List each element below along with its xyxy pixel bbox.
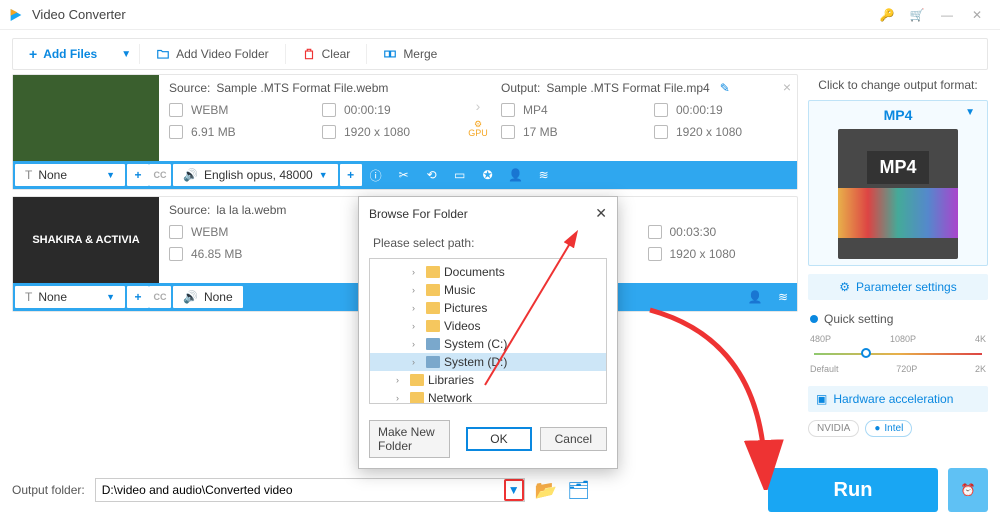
gpu-badge: ⚙GPU: [468, 120, 488, 138]
subtitle-select[interactable]: TNone▼: [15, 164, 125, 186]
output-folder-field[interactable]: ▼: [95, 478, 525, 502]
resolution-icon: [322, 125, 336, 139]
output-folder-dropdown[interactable]: ▼: [504, 479, 524, 501]
folder-plus-icon: [156, 47, 170, 61]
sliders-icon: ⚙: [839, 280, 850, 294]
merge-button[interactable]: Merge: [367, 39, 453, 69]
tree-node[interactable]: ›Videos: [370, 317, 606, 335]
info-icon[interactable]: ⓘ: [362, 161, 390, 189]
source-filename: Sample .MTS Format File.webm: [216, 81, 388, 95]
add-subtitle-button[interactable]: +: [127, 164, 149, 186]
tree-node[interactable]: ›Libraries: [370, 371, 606, 389]
format-panel: Click to change output format: MP4▼ MP4 …: [808, 74, 988, 437]
add-audio-button[interactable]: +: [340, 164, 362, 186]
format-icon: [169, 225, 183, 239]
audio-select[interactable]: 🔊None: [173, 286, 243, 308]
resolution-icon: [648, 247, 662, 261]
plus-icon: +: [29, 46, 37, 62]
track-edit-bar: TNone▼ + CC 🔊English opus, 48000▼ + ⓘ ✂ …: [13, 161, 797, 189]
browse-folder-dialog: Browse For Folder ✕ Please select path: ›…: [358, 196, 618, 469]
edit-output-icon[interactable]: ✎: [720, 81, 730, 95]
format-preview: MP4: [838, 129, 958, 259]
dialog-title: Browse For Folder: [369, 207, 468, 221]
title-bar: Video Converter 🔑 🛒 — ✕: [0, 0, 1000, 30]
add-files-button[interactable]: +Add Files: [13, 39, 113, 69]
conversion-item: × Source: Sample .MTS Format File.webm W…: [12, 74, 798, 190]
output-folder-input[interactable]: [102, 483, 518, 497]
enhance-icon[interactable]: ≋: [530, 161, 558, 189]
tree-node[interactable]: ›Network: [370, 389, 606, 404]
ok-button[interactable]: OK: [466, 427, 531, 451]
enhance-icon[interactable]: ≋: [769, 283, 797, 311]
remove-item-button[interactable]: ×: [783, 79, 791, 95]
tree-node[interactable]: ›System (D:): [370, 353, 606, 371]
format-header-label: Click to change output format:: [808, 78, 988, 92]
intel-chip[interactable]: ●Intel: [865, 420, 912, 437]
arrow-right-icon: ›: [476, 98, 481, 114]
rotate-icon[interactable]: ⟲: [418, 161, 446, 189]
tree-node[interactable]: ›Pictures: [370, 299, 606, 317]
output-filename: Sample .MTS Format File.mp4: [546, 81, 709, 95]
clock-icon: [322, 103, 336, 117]
cc-button[interactable]: CC: [149, 286, 171, 308]
clock-icon: [648, 225, 662, 239]
quality-slider[interactable]: [814, 344, 982, 364]
tree-node[interactable]: ›Documents: [370, 263, 606, 281]
add-files-dropdown[interactable]: ▼: [113, 49, 139, 60]
cc-button[interactable]: CC: [149, 164, 171, 186]
close-button[interactable]: ✕: [962, 3, 992, 27]
app-logo-icon: [8, 7, 24, 23]
key-icon[interactable]: 🔑: [872, 3, 902, 27]
minimize-button[interactable]: —: [932, 3, 962, 27]
source-filename: la la la.webm: [216, 203, 286, 217]
schedule-button[interactable]: ⏰: [948, 468, 988, 512]
folder-tree[interactable]: ›Documents›Music›Pictures›Videos›System …: [369, 258, 607, 404]
watermark-icon[interactable]: 👤: [502, 161, 530, 189]
video-thumbnail[interactable]: SHAKIRA & ACTIVIA: [13, 197, 159, 283]
format-icon: [169, 103, 183, 117]
format-icon: [501, 103, 515, 117]
video-thumbnail[interactable]: [13, 75, 159, 161]
cancel-button[interactable]: Cancel: [540, 427, 607, 451]
subtitle-select[interactable]: TNone▼: [15, 286, 125, 308]
size-icon: [169, 247, 183, 261]
size-icon: [169, 125, 183, 139]
output-format-selector[interactable]: MP4▼ MP4: [808, 100, 988, 266]
bottom-bar: Output folder: ▼ 📂 🗂 Run ⏰: [12, 470, 988, 510]
nvidia-chip[interactable]: NVIDIA: [808, 420, 859, 437]
run-button[interactable]: Run: [768, 468, 938, 512]
dot-icon: [810, 315, 818, 323]
hardware-acceleration-button[interactable]: ▣Hardware acceleration: [808, 386, 988, 412]
dialog-subtitle: Please select path:: [359, 230, 617, 258]
tree-node[interactable]: ›System (C:): [370, 335, 606, 353]
clear-button[interactable]: Clear: [286, 39, 367, 69]
open-folder-icon[interactable]: 📂: [535, 480, 557, 501]
add-video-folder-button[interactable]: Add Video Folder: [140, 39, 285, 69]
dialog-close-button[interactable]: ✕: [595, 205, 607, 222]
size-icon: [501, 125, 515, 139]
tree-node[interactable]: ›Music: [370, 281, 606, 299]
open-list-icon[interactable]: 🗂: [567, 480, 590, 501]
trash-icon: [302, 47, 316, 61]
watermark-icon[interactable]: 👤: [741, 283, 769, 311]
clock-icon: [654, 103, 668, 117]
make-new-folder-button[interactable]: Make New Folder: [369, 420, 450, 458]
cut-icon[interactable]: ✂: [390, 161, 418, 189]
main-toolbar: +Add Files ▼ Add Video Folder Clear Merg…: [12, 38, 988, 70]
parameter-settings-button[interactable]: ⚙Parameter settings: [808, 274, 988, 300]
output-folder-label: Output folder:: [12, 483, 85, 497]
add-subtitle-button[interactable]: +: [127, 286, 149, 308]
crop-icon[interactable]: ▭: [446, 161, 474, 189]
effects-icon[interactable]: ✪: [474, 161, 502, 189]
cart-icon[interactable]: 🛒: [902, 3, 932, 27]
resolution-icon: [654, 125, 668, 139]
merge-icon: [383, 47, 397, 61]
chevron-down-icon: ▼: [965, 107, 975, 118]
audio-select[interactable]: 🔊English opus, 48000▼: [173, 164, 338, 186]
chip-icon: ▣: [816, 392, 827, 406]
app-title: Video Converter: [32, 7, 872, 22]
